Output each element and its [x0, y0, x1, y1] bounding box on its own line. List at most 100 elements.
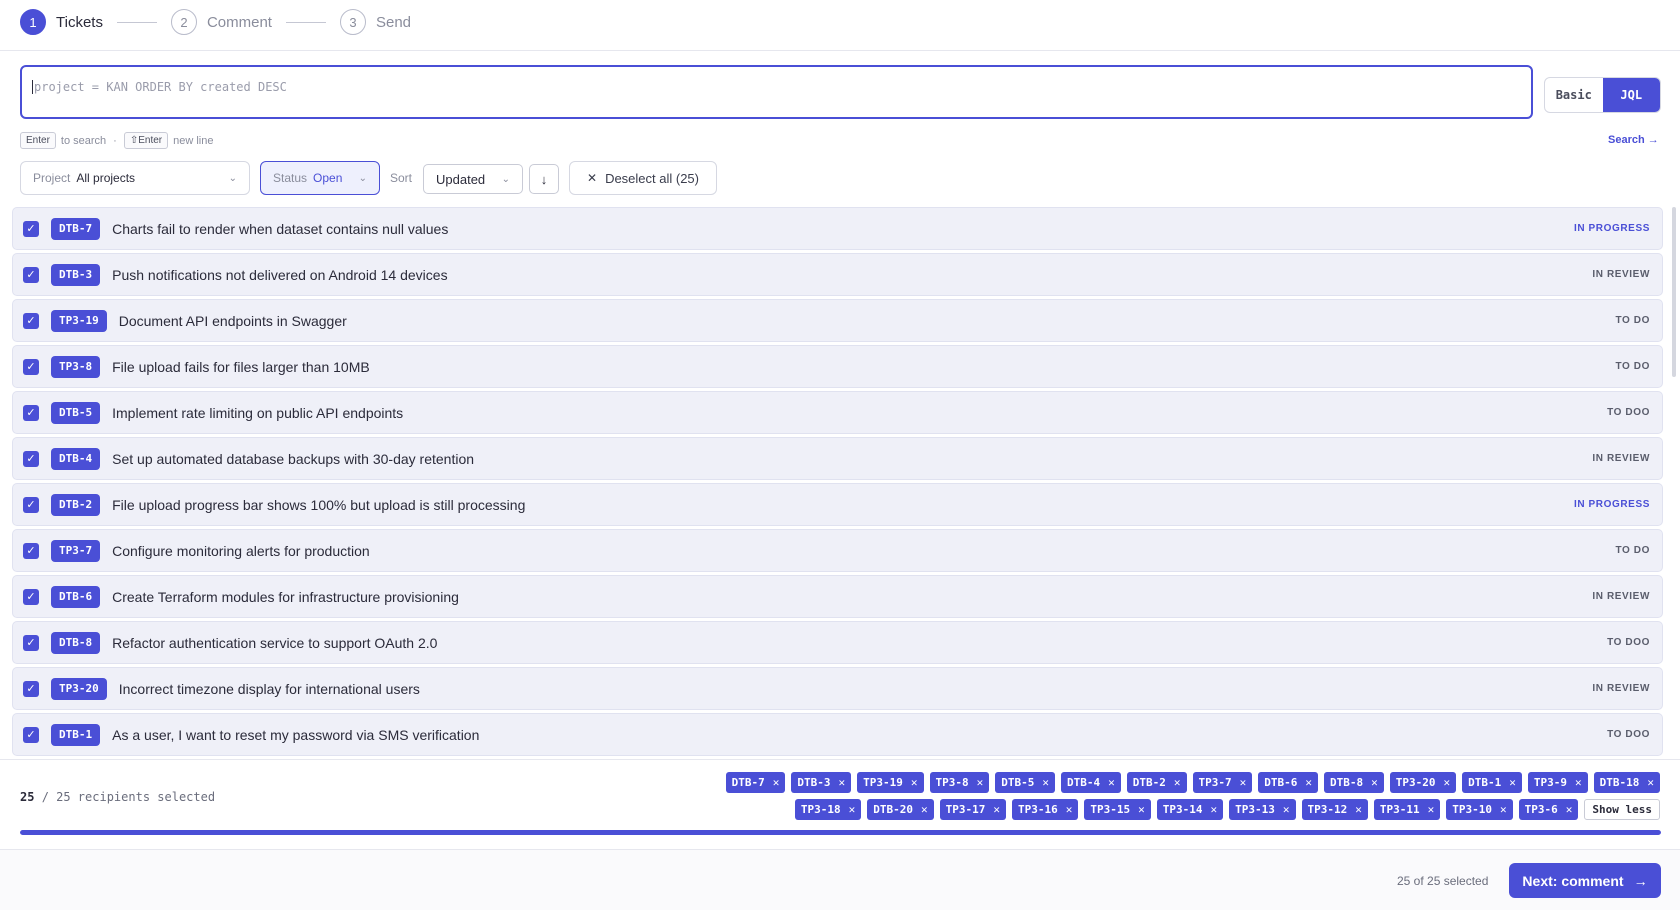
- remove-chip-icon[interactable]: ✕: [1211, 803, 1218, 816]
- footer-selected-count: 25 of 25 selected: [1397, 874, 1489, 888]
- ticket-row[interactable]: ✓ TP3-19 Document API endpoints in Swagger…: [12, 299, 1663, 342]
- remove-chip-icon[interactable]: ✕: [911, 776, 918, 789]
- query-placeholder: project = KAN ORDER BY created DESC: [32, 80, 287, 94]
- remove-chip-icon[interactable]: ✕: [977, 776, 984, 789]
- remove-chip-icon[interactable]: ✕: [1042, 776, 1049, 789]
- checkbox-checked-icon[interactable]: ✓: [23, 496, 39, 513]
- remove-chip-icon[interactable]: ✕: [921, 803, 928, 816]
- remove-chip-icon[interactable]: ✕: [1509, 776, 1516, 789]
- sort-direction-button[interactable]: ↓: [529, 164, 559, 194]
- selected-ticket-chip: DTB-4 ✕: [1061, 772, 1121, 793]
- step-number: 1: [20, 9, 46, 35]
- chip-label: TP3-7: [1198, 776, 1232, 789]
- ticket-row[interactable]: ✓ DTB-6 Create Terraform modules for infra…: [12, 575, 1663, 618]
- next-comment-button[interactable]: Next: comment →: [1509, 863, 1661, 898]
- step-send[interactable]: 3 Send: [339, 9, 412, 35]
- ticket-key: DTB-6: [51, 585, 101, 608]
- remove-chip-icon[interactable]: ✕: [1138, 803, 1145, 816]
- jql-mode-button[interactable]: JQL: [1602, 78, 1660, 112]
- checkbox-checked-icon[interactable]: ✓: [23, 220, 39, 237]
- checkbox-checked-icon[interactable]: ✓: [23, 680, 39, 697]
- chip-label: TP3-10: [1452, 803, 1493, 816]
- arrow-down-icon: ↓: [540, 171, 548, 187]
- step-label: Send: [375, 13, 412, 31]
- ticket-row[interactable]: ✓ TP3-8 File upload fails for files larger…: [12, 345, 1663, 388]
- checkbox-checked-icon[interactable]: ✓: [23, 542, 39, 559]
- search-link[interactable]: Search →: [1608, 134, 1659, 146]
- ticket-row[interactable]: ✓ DTB-2 File upload progress bar shows 100…: [12, 483, 1663, 526]
- chip-label: DTB-4: [1067, 776, 1101, 789]
- remove-chip-icon[interactable]: ✕: [1174, 776, 1181, 789]
- basic-mode-button[interactable]: Basic: [1545, 78, 1603, 112]
- remove-chip-icon[interactable]: ✕: [1428, 803, 1435, 816]
- jql-query-input[interactable]: project = KAN ORDER BY created DESC: [20, 65, 1533, 119]
- ticket-row[interactable]: ✓ TP3-7 Configure monitoring alerts for pr…: [12, 529, 1663, 572]
- remove-chip-icon[interactable]: ✕: [1371, 776, 1378, 789]
- ticket-key: DTB-8: [51, 631, 101, 654]
- remove-chip-icon[interactable]: ✕: [839, 776, 846, 789]
- step-comment[interactable]: 2 Comment: [170, 9, 272, 35]
- ticket-status: IN REVIEW: [1592, 683, 1650, 694]
- remove-chip-icon[interactable]: ✕: [1566, 803, 1573, 816]
- step-number: 2: [170, 9, 197, 35]
- checkbox-checked-icon[interactable]: ✓: [23, 358, 39, 375]
- sort-select[interactable]: Updated ⌄: [423, 164, 523, 194]
- ticket-title: Create Terraform modules for infrastruct…: [112, 588, 459, 605]
- selected-ticket-chip: TP3-19 ✕: [857, 772, 924, 793]
- list-scrollbar[interactable]: [1672, 207, 1676, 377]
- remove-chip-icon[interactable]: ✕: [1444, 776, 1451, 789]
- ticket-row[interactable]: ✓ TP3-20 Incorrect timezone display for in…: [12, 667, 1663, 710]
- selected-ticket-chip: TP3-6 ✕: [1518, 799, 1579, 820]
- chip-label: TP3-16: [1018, 803, 1058, 816]
- deselect-all-button[interactable]: ✕ Deselect all (25): [569, 161, 717, 195]
- remove-chip-icon[interactable]: ✕: [1500, 803, 1507, 816]
- ticket-row[interactable]: ✓ DTB-7 Charts fail to render when dataset…: [12, 207, 1663, 250]
- ticket-status: TO DO: [1615, 315, 1650, 326]
- checkbox-checked-icon[interactable]: ✓: [23, 450, 39, 467]
- remove-chip-icon[interactable]: ✕: [1355, 803, 1362, 816]
- selection-progress-fill: [20, 830, 1661, 835]
- shift-enter-hint-text: new line: [173, 134, 214, 147]
- ticket-key: TP3-8: [51, 355, 101, 378]
- show-less-button[interactable]: Show less: [1584, 799, 1660, 820]
- ticket-row[interactable]: ✓ DTB-3 Push notifications not delivered o…: [12, 253, 1663, 296]
- checkbox-checked-icon[interactable]: ✓: [23, 404, 39, 421]
- ticket-row[interactable]: ✓ DTB-5 Implement rate limiting on public …: [12, 391, 1663, 434]
- selected-ticket-chip: DTB-7 ✕: [725, 772, 786, 793]
- ticket-key: DTB-3: [51, 263, 101, 286]
- ticket-title: Charts fail to render when dataset conta…: [112, 220, 449, 237]
- remove-chip-icon[interactable]: ✕: [1108, 776, 1115, 789]
- ticket-row[interactable]: ✓ DTB-8 Refactor authentication service to…: [12, 621, 1663, 664]
- remove-chip-icon[interactable]: ✕: [849, 803, 856, 816]
- ticket-status: TO DOO: [1607, 637, 1650, 648]
- remove-chip-icon[interactable]: ✕: [1283, 803, 1290, 816]
- ticket-key: DTB-2: [51, 493, 101, 516]
- search-mode-toggle: Basic JQL: [1544, 77, 1661, 113]
- chevron-down-icon: ⌄: [358, 172, 367, 184]
- checkbox-checked-icon[interactable]: ✓: [23, 266, 39, 283]
- selected-ticket-chip: DTB-5 ✕: [995, 772, 1055, 793]
- remove-chip-icon[interactable]: ✕: [1575, 776, 1582, 789]
- remove-chip-icon[interactable]: ✕: [1066, 803, 1073, 816]
- checkbox-checked-icon[interactable]: ✓: [23, 726, 39, 743]
- checkbox-checked-icon[interactable]: ✓: [23, 312, 39, 329]
- chip-label: TP3-14: [1162, 803, 1203, 816]
- chip-label: TP3-8: [935, 776, 969, 789]
- step-tickets[interactable]: 1 Tickets: [20, 9, 103, 35]
- checkbox-checked-icon[interactable]: ✓: [23, 588, 39, 605]
- remove-chip-icon[interactable]: ✕: [993, 803, 1000, 816]
- step-label: Tickets: [56, 13, 103, 31]
- selection-divider: [0, 759, 1680, 760]
- project-filter[interactable]: Project All projects ⌄: [20, 161, 250, 195]
- remove-chip-icon[interactable]: ✕: [773, 776, 780, 789]
- step-label: Comment: [206, 13, 272, 31]
- remove-chip-icon[interactable]: ✕: [1305, 776, 1312, 789]
- ticket-row[interactable]: ✓ DTB-4 Set up automated database backups …: [12, 437, 1663, 480]
- checkbox-checked-icon[interactable]: ✓: [23, 634, 39, 651]
- remove-chip-icon[interactable]: ✕: [1240, 776, 1247, 789]
- deselect-all-label: Deselect all (25): [605, 170, 699, 186]
- remove-chip-icon[interactable]: ✕: [1647, 776, 1654, 789]
- ticket-row[interactable]: ✓ DTB-1 As a user, I want to reset my pass…: [12, 713, 1663, 756]
- chip-label: DTB-20: [873, 803, 914, 816]
- status-filter[interactable]: Status Open ⌄: [260, 161, 380, 195]
